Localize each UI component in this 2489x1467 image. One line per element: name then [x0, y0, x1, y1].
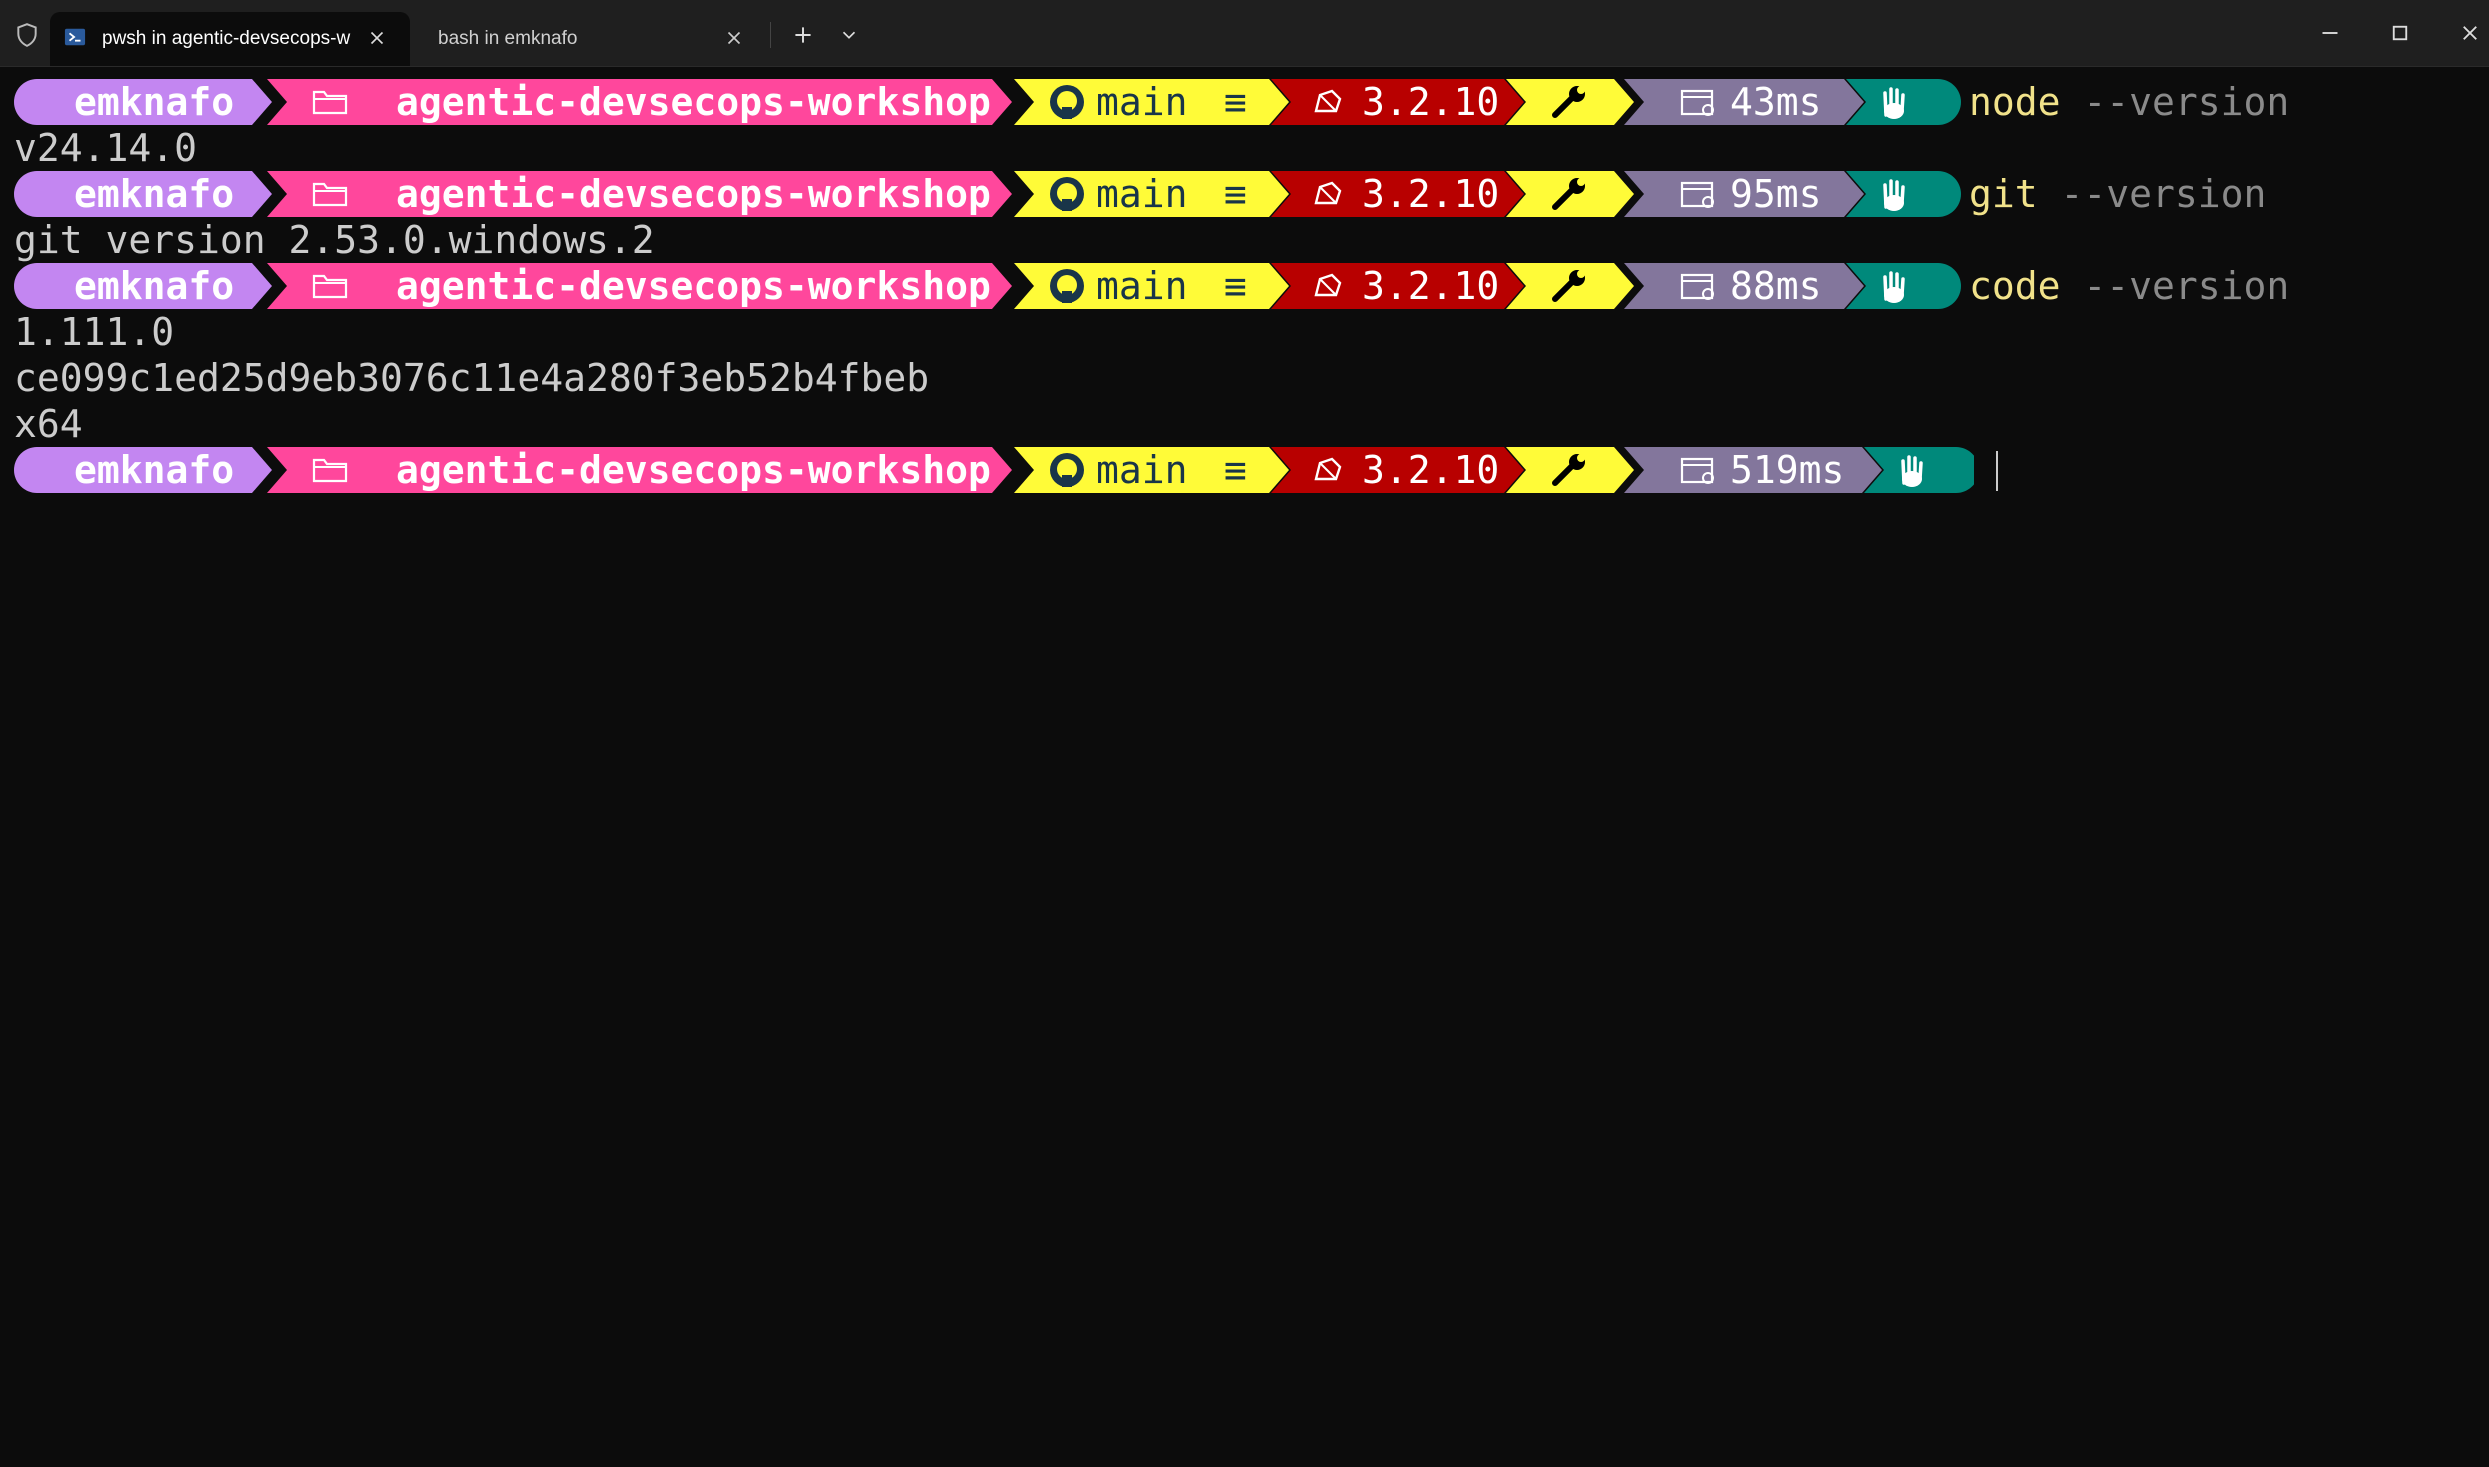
prompt-branch-status: ≡	[1224, 80, 1247, 124]
command-name: git	[1969, 172, 2038, 216]
prompt-ruby-version: 3.2.10	[1362, 80, 1500, 124]
powershell-icon	[64, 28, 86, 46]
prompt-branch: main	[1096, 172, 1188, 216]
shield-icon[interactable]	[14, 22, 40, 48]
prompt-branch-status: ≡	[1224, 264, 1247, 308]
command-output-line: ce099c1ed25d9eb3076c11e4a280f3eb52b4fbeb	[14, 356, 930, 400]
github-icon	[1050, 453, 1084, 487]
prompt-path: agentic-devsecops-workshop	[396, 80, 991, 124]
command-output-line: git version 2.53.0.windows.2	[14, 218, 655, 262]
prompt-branch-status: ≡	[1224, 448, 1247, 492]
prompt-path: agentic-devsecops-workshop	[396, 448, 991, 492]
prompt-path: agentic-devsecops-workshop	[396, 172, 991, 216]
prompt: emknafo agentic-devsecops-workshop main ≡ 3.…	[14, 263, 2289, 309]
prompt-branch: main	[1096, 264, 1188, 308]
maximize-icon[interactable]	[2385, 18, 2415, 48]
text-cursor[interactable]	[1996, 451, 1998, 491]
close-icon[interactable]	[2455, 18, 2485, 48]
tab-divider	[770, 22, 771, 48]
command-input: code --version	[1969, 263, 2289, 309]
prompt-user: emknafo	[74, 80, 235, 124]
prompt-branch: main	[1096, 448, 1188, 492]
command-args: --version	[2083, 264, 2290, 308]
prompt-ruby-version: 3.2.10	[1362, 264, 1500, 308]
minimize-icon[interactable]	[2315, 18, 2345, 48]
prompt-powerline	[14, 447, 1974, 493]
github-icon	[1050, 177, 1084, 211]
tab-pwsh[interactable]: pwsh in agentic-devsecops-w	[50, 12, 410, 66]
prompt: emknafo agentic-devsecops-workshop main ≡ 3.…	[14, 171, 2266, 217]
command-input: node --version	[1969, 79, 2289, 125]
prompt: emknafo agentic-devsecops-workshop main ≡ 3.…	[14, 447, 1998, 493]
tab-bash[interactable]: bash in emknafo	[412, 12, 767, 66]
command-args: --version	[2083, 80, 2290, 124]
command-name: node	[1969, 80, 2061, 124]
close-icon[interactable]	[723, 27, 745, 49]
close-icon[interactable]	[366, 27, 388, 49]
prompt-elapsed-time: 95ms	[1730, 172, 1822, 216]
terminal-output[interactable]: emknafo agentic-devsecops-workshop main ≡ 3.…	[0, 67, 2489, 1467]
prompt-path: agentic-devsecops-workshop	[396, 264, 991, 308]
prompt-elapsed-time: 88ms	[1730, 264, 1822, 308]
command-input: git --version	[1969, 171, 2266, 217]
prompt-powerline	[14, 79, 1961, 125]
github-icon	[1050, 85, 1084, 119]
prompt-branch: main	[1096, 80, 1188, 124]
prompt: emknafo agentic-devsecops-workshop main ≡ 3.…	[14, 79, 2289, 125]
command-args: --version	[2060, 172, 2267, 216]
prompt-elapsed-time: 43ms	[1730, 80, 1822, 124]
prompt-elapsed-time: 519ms	[1730, 448, 1845, 492]
title-bar: pwsh in agentic-devsecops-w bash in emkn…	[0, 0, 2489, 67]
command-name: code	[1969, 264, 2061, 308]
command-output-line: x64	[14, 402, 83, 446]
chevron-down-icon[interactable]	[838, 24, 860, 46]
prompt-ruby-version: 3.2.10	[1362, 448, 1500, 492]
command-output-line: 1.111.0	[14, 310, 175, 354]
prompt-ruby-version: 3.2.10	[1362, 172, 1500, 216]
prompt-user: emknafo	[74, 264, 235, 308]
prompt-user: emknafo	[74, 172, 235, 216]
tab-label: pwsh in agentic-devsecops-w	[102, 28, 351, 49]
prompt-branch-status: ≡	[1224, 172, 1247, 216]
prompt-user: emknafo	[74, 448, 235, 492]
tab-label: bash in emknafo	[438, 28, 578, 49]
plus-icon[interactable]	[790, 22, 816, 48]
prompt-powerline	[14, 171, 1961, 217]
command-output-line: v24.14.0	[14, 126, 198, 170]
github-icon	[1050, 269, 1084, 303]
prompt-powerline	[14, 263, 1961, 309]
